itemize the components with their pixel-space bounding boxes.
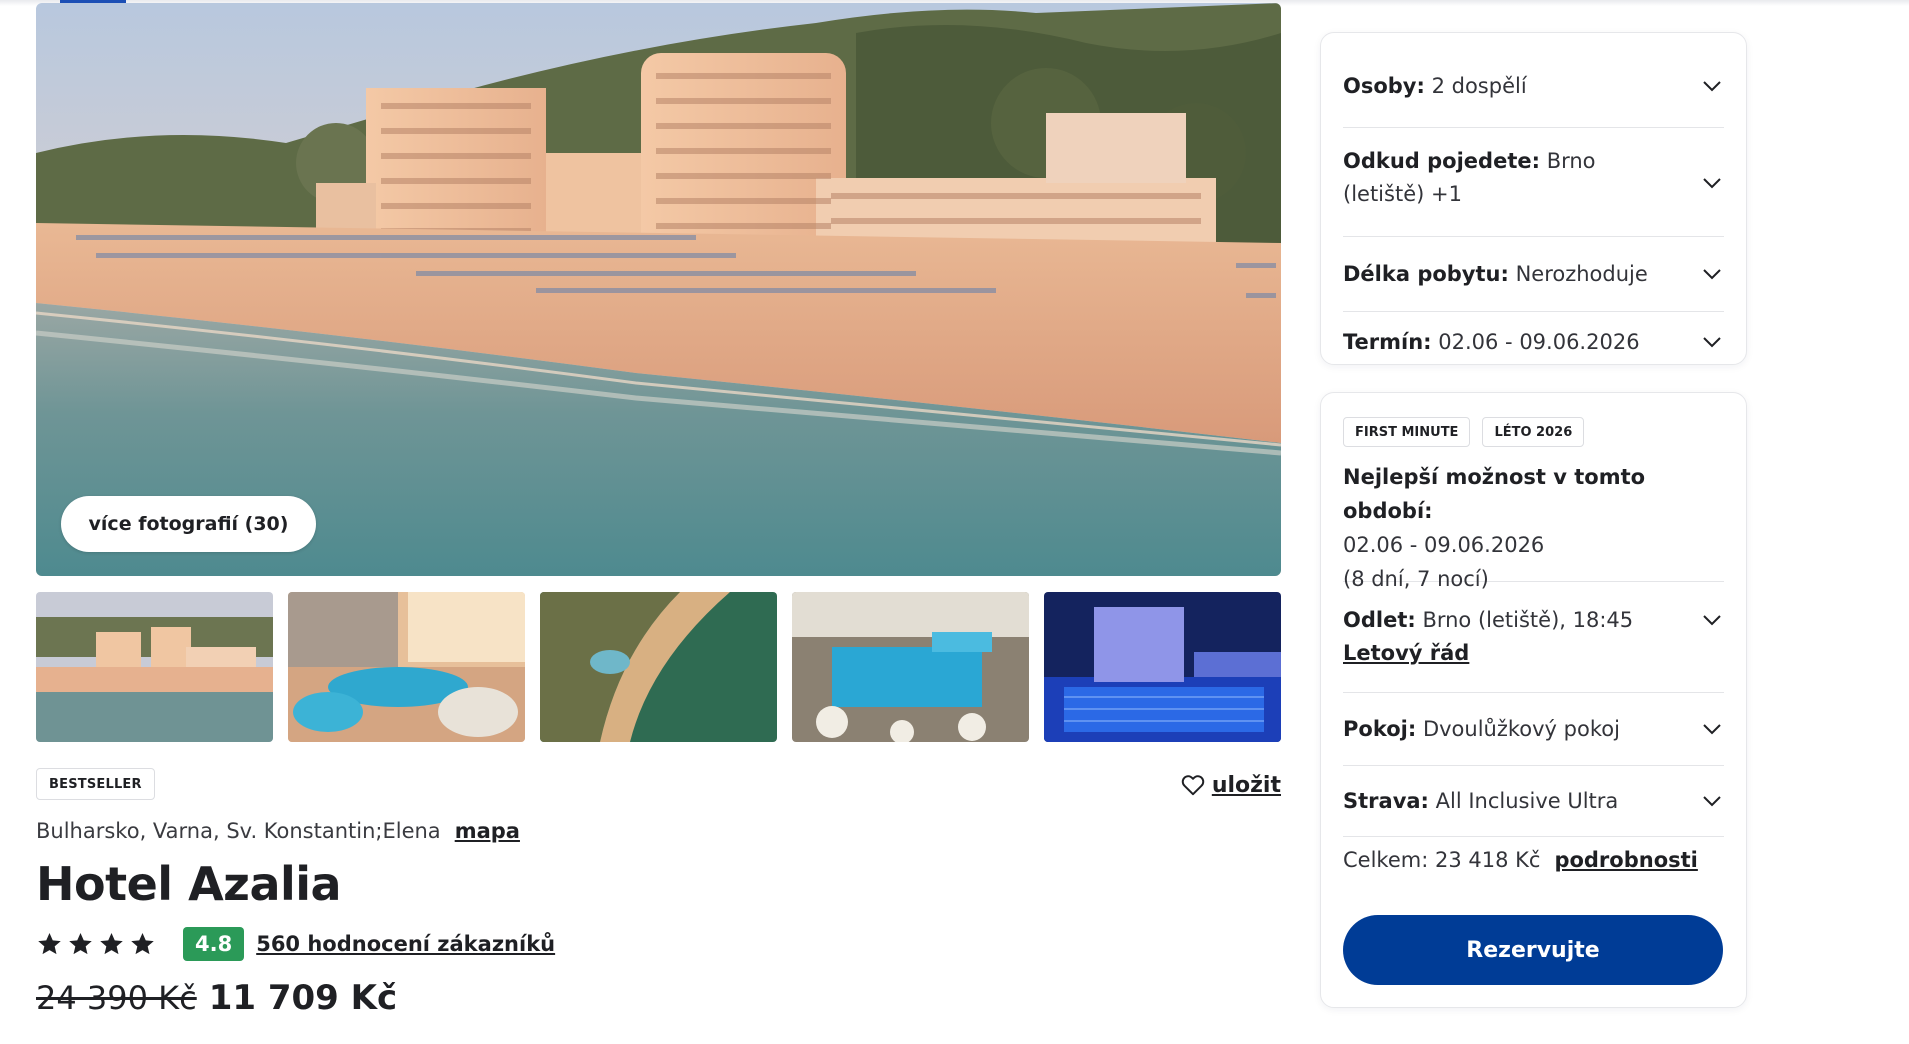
heart-icon [1181,775,1205,796]
filter-duration-label: Délka pobytu: [1343,262,1509,286]
board-value: All Inclusive Ultra [1435,789,1619,813]
room-value: Dvoulůžkový pokoj [1422,717,1620,741]
hotel-title: Hotel Azalia [36,857,342,911]
chevron-down-icon [1703,796,1721,807]
filter-persons-value: 2 dospělí [1431,74,1527,98]
location-text: Bulharsko, Varna, Sv. Konstantin;Elena [36,819,441,843]
search-filters-card: Osoby: 2 dospělí Odkud pojedete: Brno (le… [1320,32,1747,365]
filter-persons[interactable]: Osoby: 2 dospělí [1343,53,1724,128]
best-option: Nejlepší možnost v tomto období: 02.06 -… [1343,460,1724,591]
reviews-link[interactable]: 560 hodnocení zákazníků [256,932,555,956]
flight-label: Odlet: [1343,608,1416,632]
flight-row[interactable]: Odlet: Brno (letiště), 18:45 Letový řád [1343,582,1724,693]
filter-departure-label: Odkud pojedete: [1343,149,1540,173]
star-icon [38,932,61,954]
chevron-down-icon [1703,615,1721,626]
chevron-down-icon [1703,269,1721,280]
tag-first-minute: FIRST MINUTE [1343,417,1471,447]
filter-duration[interactable]: Délka pobytu: Nerozhoduje [1343,237,1724,312]
hotel-location: Bulharsko, Varna, Sv. Konstantin;Elena m… [36,819,520,843]
room-row[interactable]: Pokoj: Dvoulůžkový pokoj [1343,693,1724,766]
best-option-title: Nejlepší možnost v tomto období: [1343,465,1646,523]
offer-card: FIRST MINUTE LÉTO 2026 Nejlepší možnost … [1320,392,1747,1008]
discounted-price: 11 709 Kč [208,978,398,1018]
map-link[interactable]: mapa [455,819,520,843]
chevron-down-icon [1703,724,1721,735]
filter-term-value: 02.06 - 09.06.2026 [1438,330,1640,354]
thumbnail-pool-sunset[interactable] [288,592,525,742]
flight-value: Brno (letiště), 18:45 [1422,608,1634,632]
filter-departure[interactable]: Odkud pojedete: Brno (letiště) +1 [1343,128,1724,237]
thumbnail-pool-night[interactable] [1044,592,1281,742]
star-icon [100,932,123,954]
filter-departure-value-extra: (letiště) +1 [1343,182,1462,206]
star-icon [69,932,92,954]
chevron-down-icon [1703,81,1721,92]
tag-summer: LÉTO 2026 [1482,417,1585,447]
original-price: 24 390 Kč [36,979,197,1017]
flight-schedule-link[interactable]: Letový řád [1343,641,1469,665]
bestseller-badge: BESTSELLER [36,768,155,800]
save-label: uložit [1211,772,1281,798]
chevron-down-icon [1703,178,1721,189]
thumbnail-aerial-coast[interactable] [540,592,777,742]
board-label: Strava: [1343,789,1429,813]
star-icon [131,932,154,954]
reserve-button[interactable]: Rezervujte [1343,915,1723,985]
filter-term-label: Termín: [1343,330,1432,354]
hotel-stars [36,931,156,958]
more-photos-button[interactable]: více fotografií (30) [61,496,316,552]
thumbnail-pool-aerial[interactable] [792,592,1029,742]
best-option-dates: 02.06 - 09.06.2026 [1343,533,1545,557]
chevron-down-icon [1703,337,1721,348]
details-link[interactable]: podrobnosti [1554,848,1697,872]
filter-persons-label: Osoby: [1343,74,1425,98]
save-button[interactable]: uložit [1180,770,1281,800]
room-label: Pokoj: [1343,717,1417,741]
score-badge: 4.8 [183,927,245,961]
main-photo[interactable] [36,3,1281,576]
price-row: 24 390 Kč 11 709 Kč [36,978,397,1018]
filter-term[interactable]: Termín: 02.06 - 09.06.2026 [1343,312,1724,366]
thumbnail-beach[interactable] [36,592,273,742]
filter-duration-value: Nerozhoduje [1515,262,1648,286]
rating-row: 4.8 560 hodnocení zákazníků [36,926,555,962]
board-row[interactable]: Strava: All Inclusive Ultra [1343,766,1724,837]
offer-tags: FIRST MINUTE LÉTO 2026 [1343,417,1585,447]
total-price-row: Celkem: 23 418 Kč podrobnosti [1343,848,1724,872]
filter-departure-value: Brno [1546,149,1596,173]
total-price: Celkem: 23 418 Kč [1343,848,1541,872]
